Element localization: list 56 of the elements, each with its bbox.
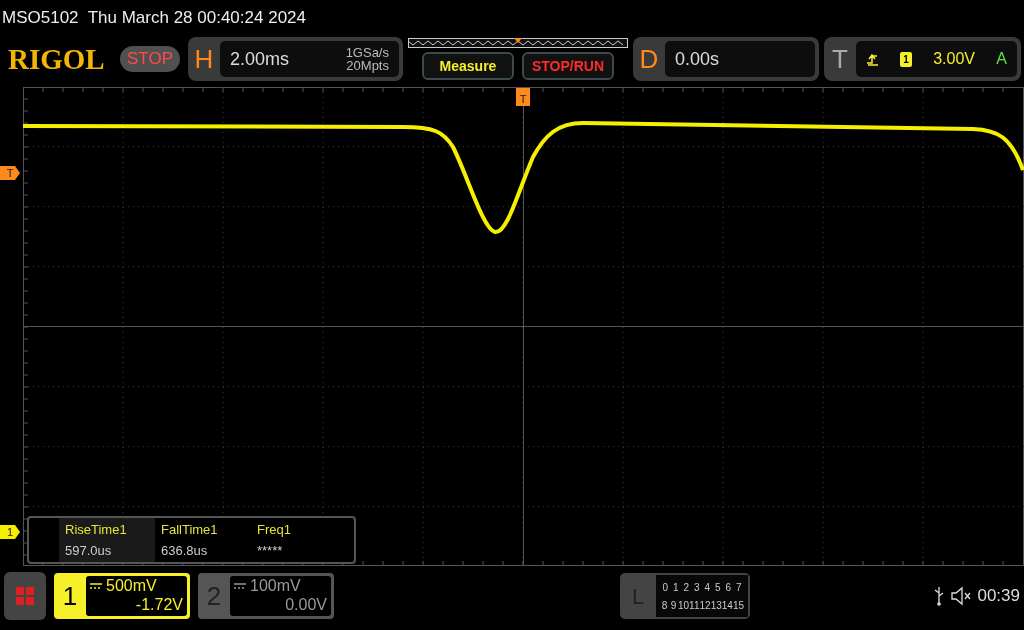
menu-icon: [16, 587, 34, 605]
measurement-value: 597.0us: [65, 541, 113, 560]
logic-channel-number: 2: [682, 581, 691, 595]
horizontal-label: H: [193, 42, 215, 76]
channel-scale: 500mV: [106, 576, 157, 596]
logic-channel-number: 3: [692, 581, 701, 595]
logic-channel-number: 4: [703, 581, 712, 595]
measurement-value: *****: [257, 541, 284, 560]
logic-channel-number: 11: [689, 599, 700, 613]
channel-button[interactable]: 1 500mV -1.72V: [54, 573, 190, 619]
logic-channel-number: 15: [732, 599, 744, 613]
usb-icon: [933, 586, 946, 606]
logic-channel-number: 14: [721, 599, 733, 613]
dc-coupling-icon: [234, 582, 246, 589]
memory-depth: 20Mpts: [345, 59, 389, 72]
sample-rate: 1GSa/s: [345, 46, 389, 59]
brand-logo: RIGOL: [8, 44, 106, 74]
logic-channel-number: 12: [699, 599, 711, 613]
measurement-name: FallTime1: [161, 521, 219, 539]
delay-label: D: [638, 42, 660, 76]
trigger-source: 1: [900, 51, 912, 67]
channel-marker[interactable]: 1: [0, 525, 20, 539]
channel-offset: 0.00V: [284, 595, 327, 615]
timebase-value: 2.00ms: [230, 47, 289, 71]
logic-channel-number: 9: [669, 599, 678, 613]
logic-channel-number: 7: [734, 581, 743, 595]
trigger-label: T: [831, 42, 849, 76]
trigger-level-marker[interactable]: T: [0, 166, 20, 180]
measurement-name: RiseTime1: [65, 521, 128, 539]
dc-coupling-icon: [90, 582, 102, 589]
trigger-position-marker[interactable]: T: [516, 88, 530, 106]
measurement-value: 636.8us: [161, 541, 209, 560]
window-title: MSO5102 Thu March 28 00:40:24 2024: [2, 8, 306, 27]
rising-edge-icon: [866, 52, 879, 66]
trigger-panel[interactable]: T 1 3.00V A: [824, 37, 1021, 81]
stop-run-button[interactable]: STOP/RUN: [522, 51, 614, 81]
horizontal-panel[interactable]: H 2.00ms 1GSa/s 20Mpts: [188, 37, 403, 81]
logic-channel-number: 0: [661, 581, 670, 595]
delay-panel[interactable]: D 0.00s: [633, 37, 819, 81]
logic-channel-number: 10: [678, 599, 690, 613]
channel-offset: -1.72V: [134, 595, 183, 615]
measurement-name: Freq1: [257, 521, 292, 539]
speaker-muted-icon[interactable]: [951, 586, 972, 606]
menu-button[interactable]: [4, 572, 46, 620]
channel-scale: 100mV: [250, 576, 301, 596]
trigger-mode: A: [996, 49, 1007, 69]
measure-button[interactable]: Measure: [422, 51, 514, 81]
trigger-level: 3.00V: [933, 49, 975, 69]
logic-channel-number: 13: [710, 599, 722, 613]
delay-value: 0.00s: [675, 47, 720, 71]
logic-channel-number: 8: [660, 599, 669, 613]
logic-channel-number: 6: [724, 581, 733, 595]
logic-channel-number: 1: [671, 581, 680, 595]
channel-number: 1: [61, 579, 79, 613]
logic-channel-number: 5: [713, 581, 722, 595]
clock-time: 00:39: [977, 585, 1020, 608]
